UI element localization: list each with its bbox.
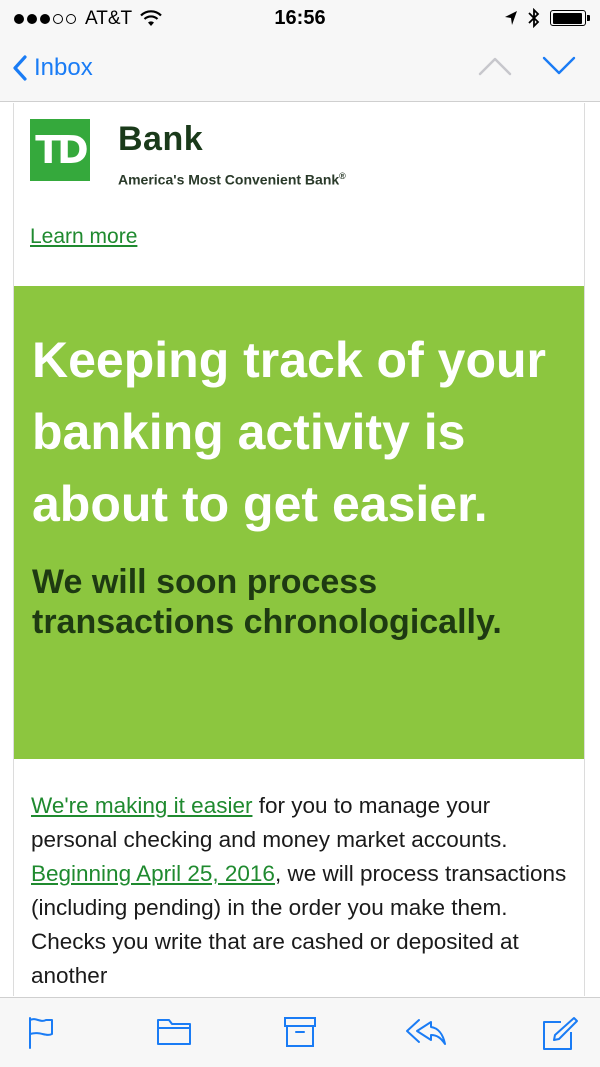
back-to-inbox-button[interactable]: Inbox: [12, 50, 93, 86]
status-bar: AT&T 16:56: [0, 0, 600, 40]
td-bank-logo: TD Bank America's Most Convenient Bank®: [30, 119, 346, 188]
bottom-toolbar: [0, 997, 600, 1067]
back-label: Inbox: [34, 54, 93, 81]
learn-more-link[interactable]: Learn more: [30, 225, 137, 249]
folder-icon[interactable]: [156, 1016, 192, 1046]
flag-icon[interactable]: [27, 1016, 55, 1050]
hero-subtitle: We will soon process transactions chrono…: [32, 563, 502, 641]
td-logo-mark: TD: [30, 119, 90, 181]
compose-icon[interactable]: [541, 1016, 579, 1052]
hero-title: Keeping track of your banking activity i…: [32, 332, 546, 532]
status-right: [504, 8, 590, 28]
archive-icon[interactable]: [283, 1016, 317, 1048]
logo-text: Bank America's Most Convenient Bank®: [118, 119, 346, 188]
chevron-left-icon: [13, 55, 27, 81]
next-message-button[interactable]: [542, 54, 576, 78]
navigation-bar: Inbox: [0, 40, 600, 102]
bank-name: Bank: [118, 120, 204, 158]
battery-icon: [550, 10, 590, 26]
hero-banner: Keeping track of your banking activity i…: [14, 286, 584, 759]
location-arrow-icon: [505, 11, 517, 25]
email-content: TD Bank America's Most Convenient Bank® …: [13, 103, 585, 996]
making-it-easier-link[interactable]: We're making it easier: [31, 793, 252, 818]
bluetooth-icon: [528, 8, 540, 28]
bank-tagline: America's Most Convenient Bank®: [118, 171, 346, 188]
reply-icon[interactable]: [405, 1016, 447, 1048]
previous-message-button[interactable]: [478, 54, 512, 78]
email-body-paragraph: We're making it easier for you to manage…: [31, 789, 571, 993]
april-25-2016-link[interactable]: Beginning April 25, 2016: [31, 861, 275, 886]
